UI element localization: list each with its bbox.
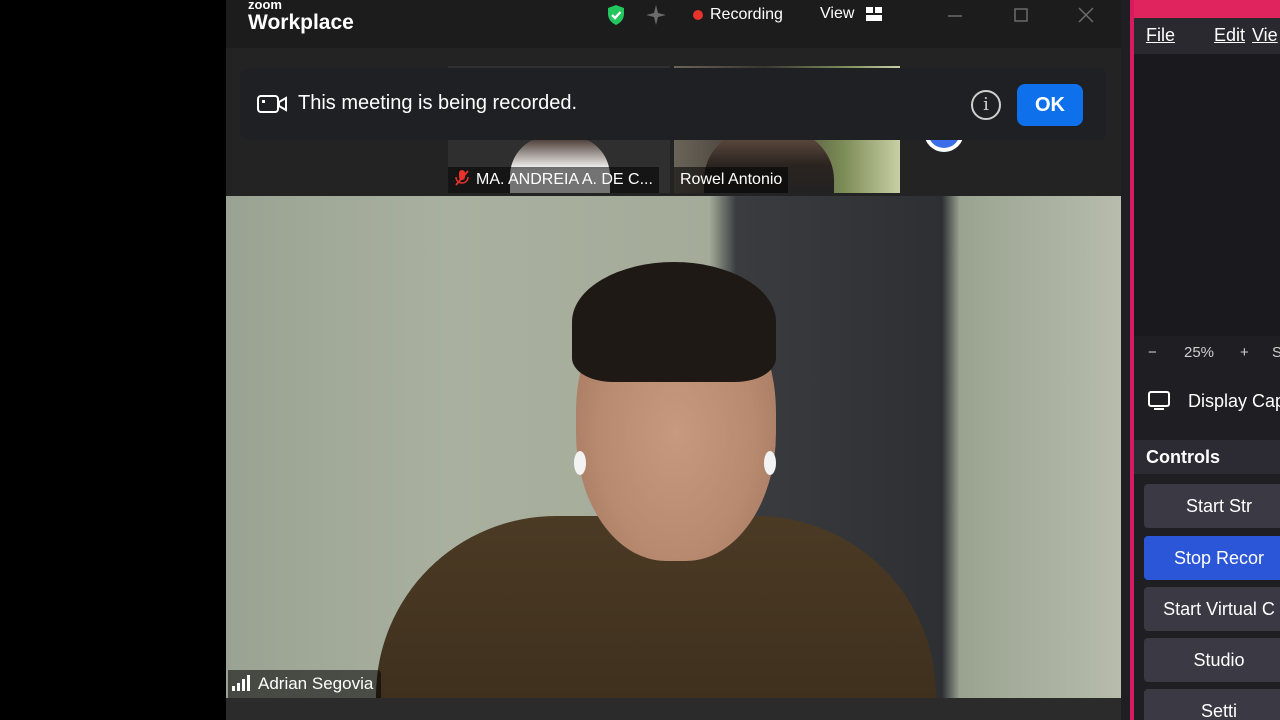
start-virtual-camera-button[interactable]: Start Virtual C xyxy=(1144,587,1280,631)
zoom-title-bar: zoom Workplace Recording View xyxy=(226,0,1121,48)
ok-button[interactable]: OK xyxy=(1017,84,1083,126)
menu-edit[interactable]: Edit xyxy=(1214,25,1245,46)
minimize-icon[interactable] xyxy=(944,4,966,26)
settings-button[interactable]: Setti xyxy=(1144,689,1280,720)
participant-name-tag: MA. ANDREIA A. DE C... xyxy=(448,167,659,193)
participant-name: Rowel Antonio xyxy=(680,171,783,188)
participant-name-tag: Rowel Antonio xyxy=(674,167,789,193)
obs-window: File Edit Vie − 25% + S Display Cap Cont… xyxy=(1121,0,1280,720)
security-shield-icon[interactable] xyxy=(604,3,628,27)
obs-source-item[interactable]: Display Cap xyxy=(1134,380,1280,424)
menu-view[interactable]: Vie xyxy=(1252,25,1278,46)
recording-notice-banner: This meeting is being recorded. i OK xyxy=(240,68,1106,140)
view-button[interactable]: View xyxy=(820,5,854,23)
ai-companion-icon[interactable] xyxy=(644,3,668,27)
obs-zoom-bar: − 25% + S xyxy=(1134,338,1280,368)
controls-header: Controls xyxy=(1134,440,1280,474)
earbud-right xyxy=(764,451,776,475)
stop-recording-button[interactable]: Stop Recor xyxy=(1144,536,1280,580)
obs-preview-canvas[interactable] xyxy=(1134,54,1280,336)
monitor-icon xyxy=(1148,391,1170,410)
speaker-name-tag: Adrian Segovia xyxy=(228,670,382,698)
zoom-window: zoom Workplace Recording View MA. ANDREI… xyxy=(226,0,1121,720)
active-speaker-video: Adrian Segovia xyxy=(226,196,1121,698)
signal-strength-icon xyxy=(232,675,250,691)
earbud-left xyxy=(574,451,586,475)
zoom-level: 25% xyxy=(1184,344,1215,361)
close-icon[interactable] xyxy=(1075,4,1097,26)
view-grid-icon[interactable] xyxy=(866,7,882,21)
zoom-in-button[interactable]: + xyxy=(1240,344,1249,361)
obs-menu-bar: File Edit Vie xyxy=(1134,18,1280,54)
zoom-out-button[interactable]: − xyxy=(1148,344,1157,361)
participant-name: MA. ANDREIA A. DE C... xyxy=(476,171,653,188)
recording-dot-icon xyxy=(693,10,703,20)
recording-notice-text: This meeting is being recorded. xyxy=(298,92,578,114)
speaker-name: Adrian Segovia xyxy=(258,674,374,693)
zoom-extra-label: S xyxy=(1272,344,1280,361)
speaker-hair xyxy=(572,262,776,382)
video-camera-icon xyxy=(257,95,287,113)
recording-label[interactable]: Recording xyxy=(710,6,783,24)
start-streaming-button[interactable]: Start Str xyxy=(1144,484,1280,528)
info-icon[interactable]: i xyxy=(971,90,1001,120)
obs-title-bar xyxy=(1134,0,1280,18)
maximize-icon[interactable] xyxy=(1010,4,1032,26)
menu-file[interactable]: File xyxy=(1146,25,1175,46)
source-label: Display Cap xyxy=(1188,391,1280,411)
mic-muted-icon xyxy=(455,170,469,186)
zoom-logo: Workplace xyxy=(248,11,354,34)
studio-mode-button[interactable]: Studio xyxy=(1144,638,1280,682)
